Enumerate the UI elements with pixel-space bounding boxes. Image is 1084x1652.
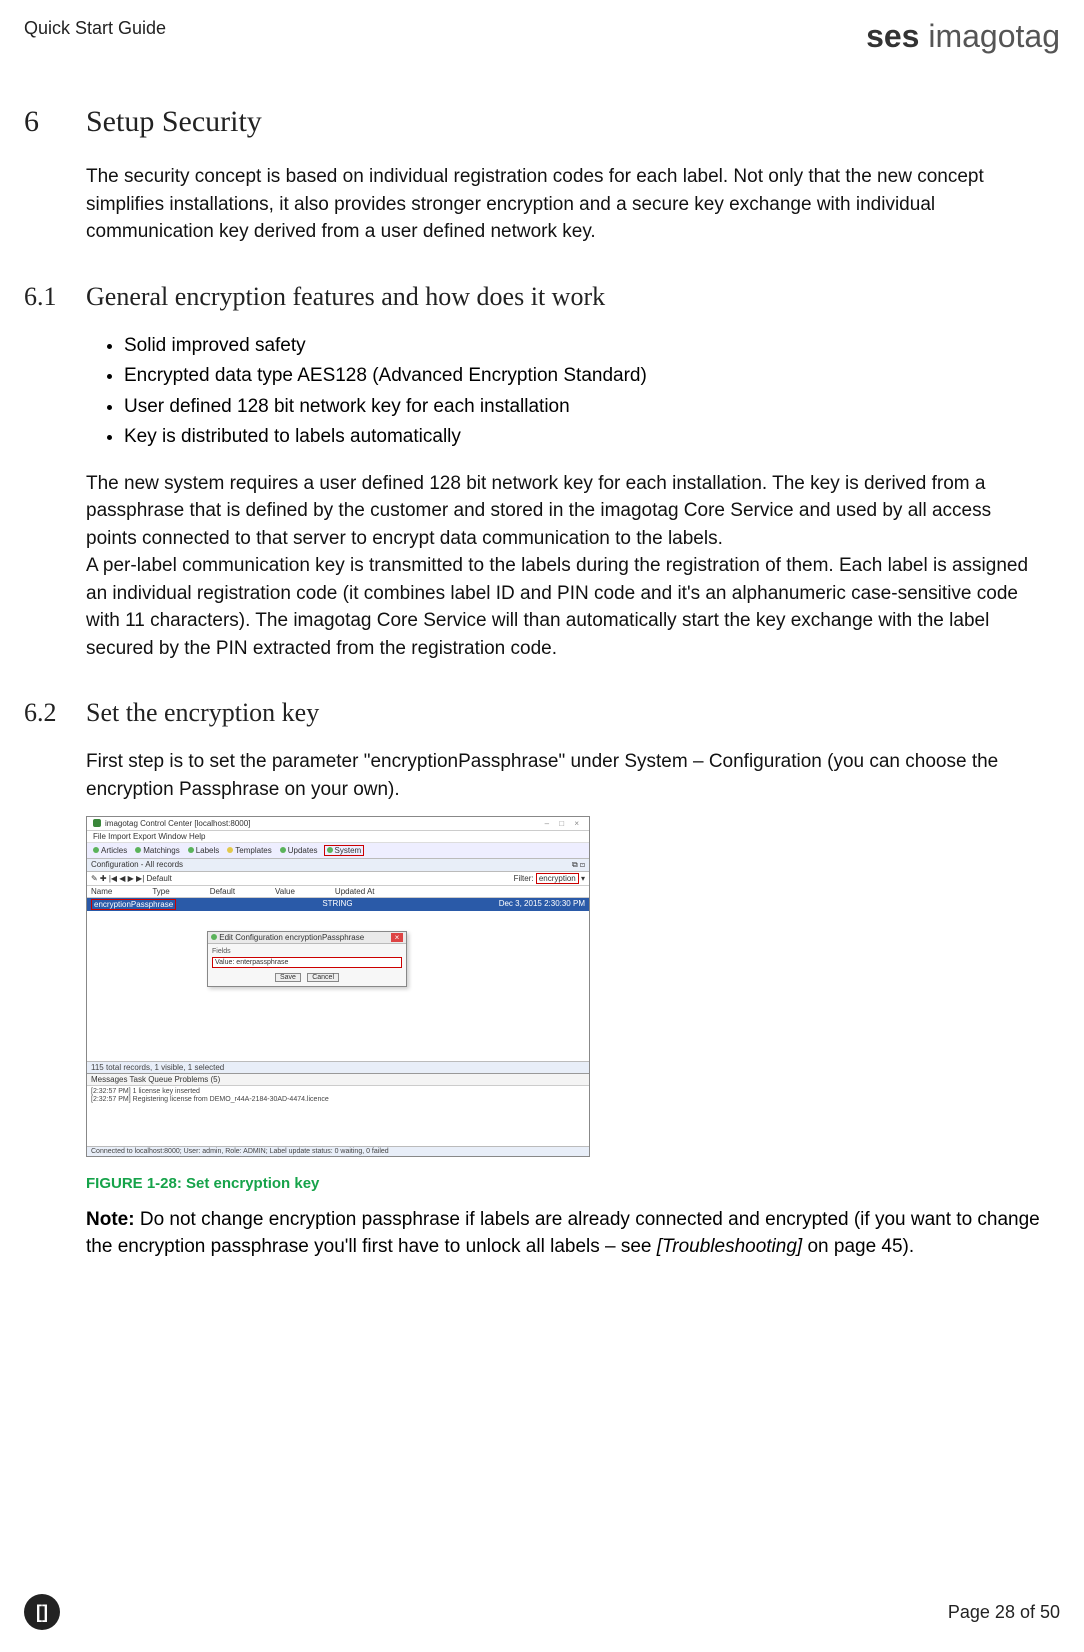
window-title: imagotag Control Center [localhost:8000] bbox=[105, 819, 250, 828]
config-toolbar: ✎ ✚ |◀ ◀ ▶ ▶| Default Filter: encryption… bbox=[87, 872, 589, 886]
dialog-value-row: Value: enterpassphrase bbox=[212, 957, 402, 968]
tab-matchings[interactable]: Matchings bbox=[133, 845, 181, 856]
window-controls[interactable]: ‒ □ × bbox=[545, 819, 583, 828]
log-line: [2:32:57 PM] 1 license key inserted bbox=[91, 1088, 585, 1096]
tab-dot-icon bbox=[327, 847, 333, 853]
brand-light: imagotag bbox=[919, 18, 1060, 54]
tab-label: Labels bbox=[196, 846, 220, 855]
panel-icons[interactable]: ⧉ ⊡ bbox=[572, 860, 585, 870]
note-text-2: on page 45). bbox=[802, 1236, 914, 1257]
note-label: Note: bbox=[86, 1209, 135, 1230]
subsection-title: Set the encryption key bbox=[86, 698, 319, 728]
feature-bullets: Solid improved safety Encrypted data typ… bbox=[124, 332, 1060, 452]
tab-label: Articles bbox=[101, 846, 127, 855]
figure-caption: FIGURE 1-28: Set encryption key bbox=[86, 1175, 1060, 1192]
section-6-1-para1: The new system requires a user defined 1… bbox=[86, 470, 1042, 553]
main-tabs: Articles Matchings Labels Templates Upda… bbox=[87, 843, 589, 859]
brand-bold: ses bbox=[866, 18, 919, 54]
tab-label: Matchings bbox=[143, 846, 179, 855]
col-default[interactable]: Default bbox=[210, 887, 235, 896]
col-type[interactable]: Type bbox=[152, 887, 169, 896]
log-line: [2:32:57 PM] Registering license from DE… bbox=[91, 1096, 585, 1104]
col-updated[interactable]: Updated At bbox=[335, 887, 375, 896]
filter-label: Filter: bbox=[514, 874, 534, 883]
row-name: encryptionPassphrase bbox=[91, 899, 176, 910]
section-6-2-para1: First step is to set the parameter "encr… bbox=[86, 748, 1042, 803]
dialog-buttons: Save Cancel bbox=[212, 972, 402, 982]
footer-badge-icon: [] bbox=[24, 1594, 60, 1630]
config-subheader: Configuration - All records ⧉ ⊡ bbox=[87, 859, 589, 872]
bullet-item: Solid improved safety bbox=[124, 332, 1060, 361]
dialog-icon bbox=[211, 934, 217, 940]
section-number: 6 bbox=[24, 105, 86, 139]
window-titlebar: imagotag Control Center [localhost:8000]… bbox=[87, 817, 589, 831]
tab-label: System bbox=[335, 846, 362, 855]
page-number: Page 28 of 50 bbox=[948, 1602, 1060, 1623]
bullet-item: Key is distributed to labels automatical… bbox=[124, 423, 1060, 452]
tab-system[interactable]: System bbox=[324, 845, 365, 856]
filter-input[interactable]: encryption bbox=[536, 873, 579, 884]
subsection-title: General encryption features and how does… bbox=[86, 282, 605, 312]
edit-dialog: Edit Configuration encryptionPassphrase … bbox=[207, 931, 407, 987]
tab-dot-icon bbox=[227, 847, 233, 853]
value-label: Value: bbox=[215, 959, 234, 966]
col-name[interactable]: Name bbox=[91, 887, 112, 896]
value-input[interactable]: enterpassphrase bbox=[236, 959, 288, 966]
row-type: STRING bbox=[322, 899, 352, 910]
tab-labels[interactable]: Labels bbox=[186, 845, 222, 856]
tab-updates[interactable]: Updates bbox=[278, 845, 320, 856]
config-body: Edit Configuration encryptionPassphrase … bbox=[87, 911, 589, 1061]
page-header: Quick Start Guide ses imagotag bbox=[24, 18, 1060, 55]
default-label: Default bbox=[147, 874, 172, 883]
dialog-titlebar: Edit Configuration encryptionPassphrase … bbox=[208, 932, 406, 944]
tab-dot-icon bbox=[280, 847, 286, 853]
tab-dot-icon bbox=[188, 847, 194, 853]
section-title: Setup Security bbox=[86, 105, 262, 139]
section-6-1-heading: 6.1 General encryption features and how … bbox=[24, 282, 1060, 312]
dialog-close-icon[interactable]: × bbox=[391, 933, 403, 942]
column-header-row: Name Type Default Value Updated At bbox=[87, 886, 589, 898]
note-paragraph: Note: Do not change encryption passphras… bbox=[86, 1206, 1042, 1261]
message-body: [2:32:57 PM] 1 license key inserted [2:3… bbox=[87, 1086, 589, 1146]
app-icon bbox=[93, 819, 101, 827]
connection-status: Connected to localhost:8000; User: admin… bbox=[87, 1146, 589, 1156]
section-6-intro: The security concept is based on individ… bbox=[86, 163, 1042, 246]
tab-templates[interactable]: Templates bbox=[225, 845, 273, 856]
tab-dot-icon bbox=[135, 847, 141, 853]
figure-1-28: imagotag Control Center [localhost:8000]… bbox=[86, 816, 1060, 1192]
selected-row[interactable]: encryptionPassphrase STRING Dec 3, 2015 … bbox=[87, 898, 589, 911]
tab-articles[interactable]: Articles bbox=[91, 845, 129, 856]
toolbar-nav[interactable]: ✎ ✚ |◀ ◀ ▶ ▶| Default bbox=[91, 874, 172, 883]
tab-label: Templates bbox=[235, 846, 271, 855]
section-6-2-heading: 6.2 Set the encryption key bbox=[24, 698, 1060, 728]
filter-area: Filter: encryption ▾ bbox=[514, 874, 585, 883]
page-footer: [] Page 28 of 50 bbox=[24, 1594, 1060, 1630]
row-updated: Dec 3, 2015 2:30:30 PM bbox=[499, 899, 585, 910]
section-6-1-para2: A per-label communication key is transmi… bbox=[86, 552, 1042, 662]
note-link-text: [Troubleshooting] bbox=[657, 1236, 802, 1257]
dialog-fields-label: Fields bbox=[212, 948, 402, 955]
messages-panel: Messages Task Queue Problems (5) [2:32:5… bbox=[87, 1073, 589, 1146]
config-title: Configuration - All records bbox=[91, 860, 183, 870]
message-tabs[interactable]: Messages Task Queue Problems (5) bbox=[87, 1074, 589, 1086]
section-6-heading: 6 Setup Security bbox=[24, 105, 1060, 139]
subsection-number: 6.1 bbox=[24, 282, 86, 312]
subsection-number: 6.2 bbox=[24, 698, 86, 728]
save-button[interactable]: Save bbox=[275, 973, 301, 982]
bullet-item: Encrypted data type AES128 (Advanced Enc… bbox=[124, 362, 1060, 391]
cancel-button[interactable]: Cancel bbox=[307, 973, 339, 982]
record-status: 115 total records, 1 visible, 1 selected bbox=[87, 1061, 589, 1073]
tab-label: Updates bbox=[288, 846, 318, 855]
screenshot: imagotag Control Center [localhost:8000]… bbox=[86, 816, 590, 1157]
guide-title: Quick Start Guide bbox=[24, 18, 166, 39]
menu-bar[interactable]: File Import Export Window Help bbox=[87, 831, 589, 843]
dialog-title: Edit Configuration encryptionPassphrase bbox=[219, 933, 364, 942]
bullet-item: User defined 128 bit network key for eac… bbox=[124, 393, 1060, 422]
tab-dot-icon bbox=[93, 847, 99, 853]
dialog-body: Fields Value: enterpassphrase Save Cance… bbox=[208, 944, 406, 986]
col-value[interactable]: Value bbox=[275, 887, 295, 896]
brand-logo: ses imagotag bbox=[866, 18, 1060, 55]
